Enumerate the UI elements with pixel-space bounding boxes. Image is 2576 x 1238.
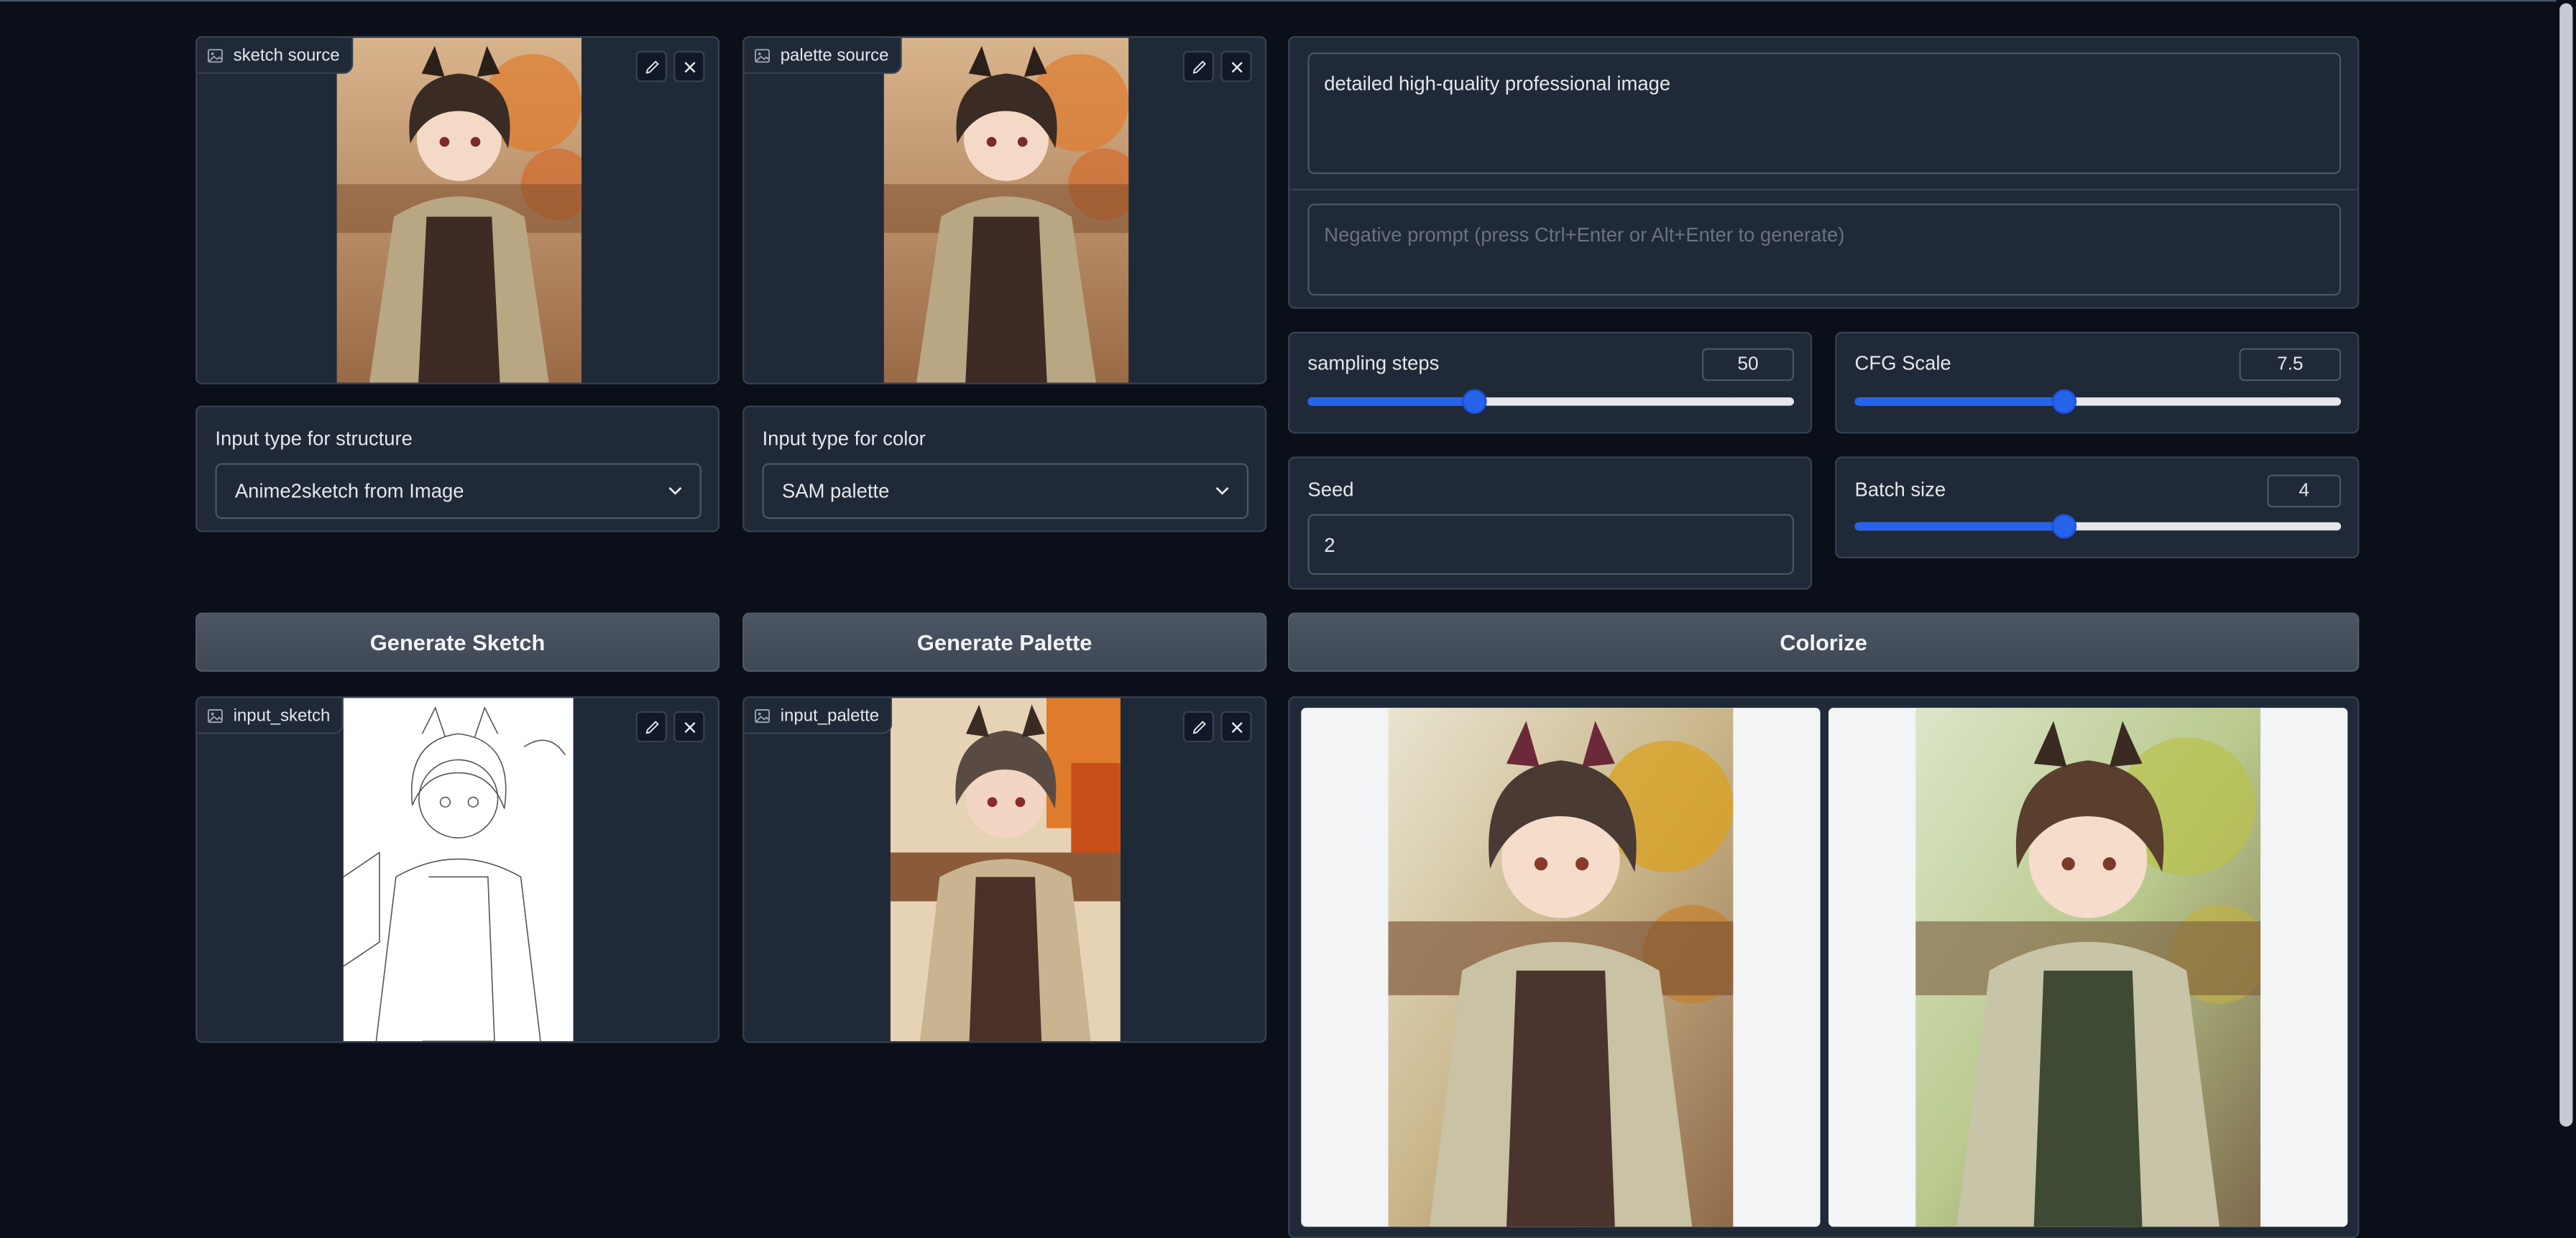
image-icon bbox=[755, 48, 770, 63]
seed-input[interactable]: 2 bbox=[1307, 514, 1794, 575]
sampling-steps-panel: sampling steps 50 bbox=[1287, 331, 1813, 434]
sketch-source-image bbox=[336, 37, 582, 383]
seed-label: Seed bbox=[1307, 478, 1354, 502]
sketch-source-label: sketch source bbox=[233, 45, 340, 65]
close-icon bbox=[684, 61, 695, 73]
output-gallery bbox=[1287, 696, 2360, 1238]
cfg-scale-panel: CFG Scale 7.5 bbox=[1835, 331, 2360, 434]
cfg-scale-label: CFG Scale bbox=[1854, 351, 1951, 375]
image-panel-label: input_sketch bbox=[197, 698, 344, 734]
page-scrollbar[interactable] bbox=[2556, 0, 2576, 1229]
edit-button[interactable] bbox=[635, 50, 667, 83]
batch-size-panel: Batch size 4 bbox=[1835, 456, 2360, 559]
edit-icon bbox=[1192, 720, 1205, 734]
input-palette-panel[interactable]: input_palette bbox=[742, 696, 1267, 1043]
output-image-1 bbox=[1388, 708, 1734, 1227]
batch-size-slider[interactable] bbox=[1854, 515, 2342, 537]
color-input-label: Input type for color bbox=[762, 427, 926, 451]
slider-thumb[interactable] bbox=[2053, 390, 2076, 412]
edit-icon bbox=[1192, 60, 1205, 73]
structure-input-dropdown[interactable]: Anime2sketch from Image bbox=[215, 463, 702, 519]
clear-button[interactable] bbox=[673, 50, 705, 83]
input-palette-image bbox=[890, 698, 1121, 1042]
close-icon bbox=[1230, 721, 1242, 732]
output-image-2 bbox=[1915, 708, 2261, 1227]
sampling-steps-number-input[interactable]: 50 bbox=[1701, 348, 1794, 382]
image-panel-label: input_palette bbox=[744, 698, 893, 734]
sketch-source-panel[interactable]: sketch source bbox=[195, 36, 720, 384]
slider-thumb[interactable] bbox=[1463, 390, 1485, 412]
close-icon bbox=[684, 721, 695, 732]
clear-button[interactable] bbox=[1220, 711, 1252, 743]
cfg-scale-number-input[interactable]: 7.5 bbox=[2239, 348, 2342, 382]
color-input-dropdown[interactable]: SAM palette bbox=[762, 463, 1249, 519]
prompt-panel: detailed high-quality professional image… bbox=[1287, 36, 2360, 309]
edit-icon bbox=[645, 720, 658, 734]
input-sketch-panel[interactable]: input_sketch bbox=[195, 696, 720, 1043]
edit-button[interactable] bbox=[635, 711, 667, 743]
scrollbar-thumb[interactable] bbox=[2559, 3, 2573, 1127]
edit-button[interactable] bbox=[1182, 50, 1215, 83]
clear-button[interactable] bbox=[1220, 50, 1252, 83]
image-panel-label: sketch source bbox=[197, 37, 353, 74]
structure-input-label: Input type for structure bbox=[215, 427, 413, 451]
image-panel-label: palette source bbox=[744, 37, 902, 74]
input-sketch-label: input_sketch bbox=[233, 705, 331, 726]
structure-input-panel: Input type for structure Anime2sketch fr… bbox=[195, 405, 720, 532]
seed-panel: Seed 2 bbox=[1287, 456, 1813, 590]
structure-input-value: Anime2sketch from Image bbox=[234, 479, 464, 503]
image-icon bbox=[207, 48, 223, 63]
edit-icon bbox=[645, 60, 658, 73]
slider-thumb[interactable] bbox=[2053, 515, 2076, 537]
generate-sketch-button[interactable]: Generate Sketch bbox=[195, 612, 720, 672]
edit-button[interactable] bbox=[1182, 711, 1215, 743]
image-icon bbox=[755, 708, 770, 722]
close-icon bbox=[1230, 61, 1242, 73]
clear-button[interactable] bbox=[673, 711, 705, 743]
sampling-steps-label: sampling steps bbox=[1307, 351, 1440, 375]
prompt-divider bbox=[1289, 188, 2358, 191]
chevron-down-icon bbox=[668, 486, 682, 495]
sampling-steps-slider[interactable] bbox=[1307, 390, 1794, 412]
chevron-down-icon bbox=[1215, 486, 1229, 495]
palette-source-panel[interactable]: palette source bbox=[742, 36, 1267, 384]
gallery-item[interactable] bbox=[1828, 708, 2348, 1227]
input-palette-label: input_palette bbox=[780, 705, 880, 726]
input-sketch-image bbox=[343, 698, 574, 1042]
color-input-value: SAM palette bbox=[781, 479, 890, 503]
top-divider bbox=[0, 0, 2557, 2]
negative-prompt-input[interactable]: Negative prompt (press Ctrl+Enter or Alt… bbox=[1307, 203, 2342, 296]
generate-palette-button[interactable]: Generate Palette bbox=[742, 612, 1267, 672]
gallery-item[interactable] bbox=[1301, 708, 1821, 1227]
color-input-panel: Input type for color SAM palette bbox=[742, 405, 1267, 532]
palette-source-label: palette source bbox=[780, 45, 889, 65]
batch-size-label: Batch size bbox=[1854, 478, 1946, 502]
colorize-button[interactable]: Colorize bbox=[1287, 612, 2360, 672]
image-icon bbox=[207, 708, 223, 722]
batch-size-number-input[interactable]: 4 bbox=[2267, 474, 2342, 508]
cfg-scale-slider[interactable] bbox=[1854, 390, 2342, 412]
palette-source-image bbox=[883, 37, 1129, 383]
prompt-input[interactable]: detailed high-quality professional image bbox=[1307, 52, 2342, 175]
